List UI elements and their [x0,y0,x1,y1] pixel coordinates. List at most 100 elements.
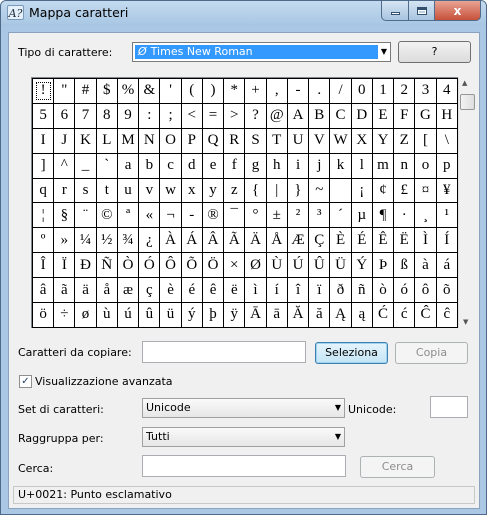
character-cell[interactable]: R [223,127,246,154]
character-cell[interactable]: ° [244,202,267,229]
character-cell[interactable]: k [329,152,352,179]
character-cell[interactable]: ¹ [435,202,459,229]
character-cell[interactable]: f [223,152,246,179]
character-cell[interactable]: Õ [180,252,203,279]
character-cell[interactable]: Ñ [95,252,118,279]
character-cell[interactable]: ĉ [435,302,459,328]
character-cell[interactable]: A [286,102,310,129]
character-cell[interactable]: T [265,127,288,154]
character-cell[interactable]: Ó [138,252,161,279]
character-cell[interactable]: d [180,152,203,179]
character-cell[interactable]: á [435,252,459,279]
character-cell[interactable]: ò [371,277,395,304]
character-cell[interactable]: 9 [116,102,140,129]
character-cell[interactable]: ¾ [116,227,140,254]
character-cell[interactable]: { [244,177,267,204]
minimize-button[interactable] [381,1,409,21]
character-cell[interactable]: Ç [308,227,331,254]
character-cell[interactable]: * [223,78,246,104]
character-cell[interactable]: q [31,177,55,204]
character-cell[interactable]: ä [74,277,97,304]
character-cell[interactable]: ñ [350,277,373,304]
character-cell[interactable]: é [180,277,203,304]
character-cell[interactable]: # [74,78,97,104]
advanced-view-label[interactable]: Visualizzazione avanzata [35,375,173,388]
scroll-thumb[interactable] [460,94,475,110]
character-cell[interactable]: , [265,78,288,104]
character-cell[interactable]: Ĉ [414,302,437,328]
advanced-view-checkbox[interactable]: ✓ [19,375,32,388]
charset-select[interactable]: Unicode ▼ [142,398,345,418]
character-cell[interactable]: o [414,152,437,179]
character-cell[interactable]: X [350,127,373,154]
character-cell[interactable]: b [138,152,161,179]
character-cell[interactable] [329,177,352,204]
character-cell[interactable]: ã [53,277,76,304]
character-cell[interactable]: Y [371,127,395,154]
character-cell[interactable]: ² [286,202,310,229]
unicode-field[interactable] [430,396,468,418]
character-cell[interactable]: É [350,227,373,254]
character-cell[interactable]: « [138,202,161,229]
character-cell[interactable]: 0 [350,78,373,104]
select-button[interactable]: Seleziona [315,342,388,364]
character-cell[interactable]: | [265,177,288,204]
title-bar[interactable]: A? Mappa caratteri x [1,1,486,26]
character-cell[interactable]: : [138,102,161,129]
character-cell[interactable]: ) [201,78,225,104]
character-cell[interactable]: ± [265,202,288,229]
character-cell[interactable]: Ú [286,252,310,279]
copy-field[interactable] [142,341,306,363]
character-cell[interactable]: Ù [265,252,288,279]
character-cell[interactable]: ³ [308,202,331,229]
character-cell[interactable]: I [31,127,55,154]
character-cell[interactable]: þ [201,302,225,328]
character-cell[interactable]: ù [95,302,118,328]
character-cell[interactable]: ¶ [371,202,395,229]
scroll-down-icon[interactable]: ▼ [463,318,468,326]
character-cell[interactable]: · [393,202,416,229]
character-cell[interactable]: í [265,277,288,304]
character-cell[interactable]: ¿ [138,227,161,254]
character-cell[interactable]: Ò [116,252,140,279]
character-cell[interactable]: @ [265,102,288,129]
character-cell[interactable]: ú [116,302,140,328]
character-cell[interactable]: D [350,102,373,129]
character-cell[interactable]: À [159,227,182,254]
character-cell[interactable]: ü [159,302,182,328]
character-cell[interactable]: r [53,177,76,204]
character-cell[interactable]: © [95,202,118,229]
character-cell[interactable]: ă [308,302,331,328]
character-cell[interactable]: l [350,152,373,179]
character-cell[interactable]: È [329,227,352,254]
character-cell[interactable]: ð [329,277,352,304]
character-cell[interactable]: ~ [308,177,331,204]
character-cell[interactable]: G [414,102,437,129]
close-button[interactable]: x [434,1,481,21]
character-cell[interactable]: Ð [74,252,97,279]
character-cell[interactable]: Ê [371,227,395,254]
character-cell[interactable]: î [286,277,310,304]
group-by-select[interactable]: Tutti ▼ [142,427,345,447]
character-cell[interactable]: e [201,152,225,179]
character-cell[interactable]: 1 [371,78,395,104]
character-cell[interactable]: & [138,78,161,104]
character-cell[interactable]: m [371,152,395,179]
character-cell[interactable]: ª [116,202,140,229]
character-cell[interactable]: Ì [414,227,437,254]
character-cell[interactable]: û [138,302,161,328]
character-cell[interactable]: - [286,78,310,104]
character-cell[interactable]: h [265,152,288,179]
character-cell[interactable]: Ô [159,252,182,279]
character-cell[interactable]: ÷ [53,302,76,328]
character-cell[interactable]: j [308,152,331,179]
character-cell[interactable]: n [393,152,416,179]
character-cell[interactable]: ¼ [74,227,97,254]
character-cell[interactable]: S [244,127,267,154]
scroll-up-icon[interactable]: ▲ [462,79,467,87]
character-cell[interactable]: _ [74,152,97,179]
character-cell[interactable]: £ [393,177,416,204]
maximize-button[interactable] [408,1,435,21]
character-cell[interactable]: Ā [244,302,267,328]
character-cell[interactable]: ý [180,302,203,328]
